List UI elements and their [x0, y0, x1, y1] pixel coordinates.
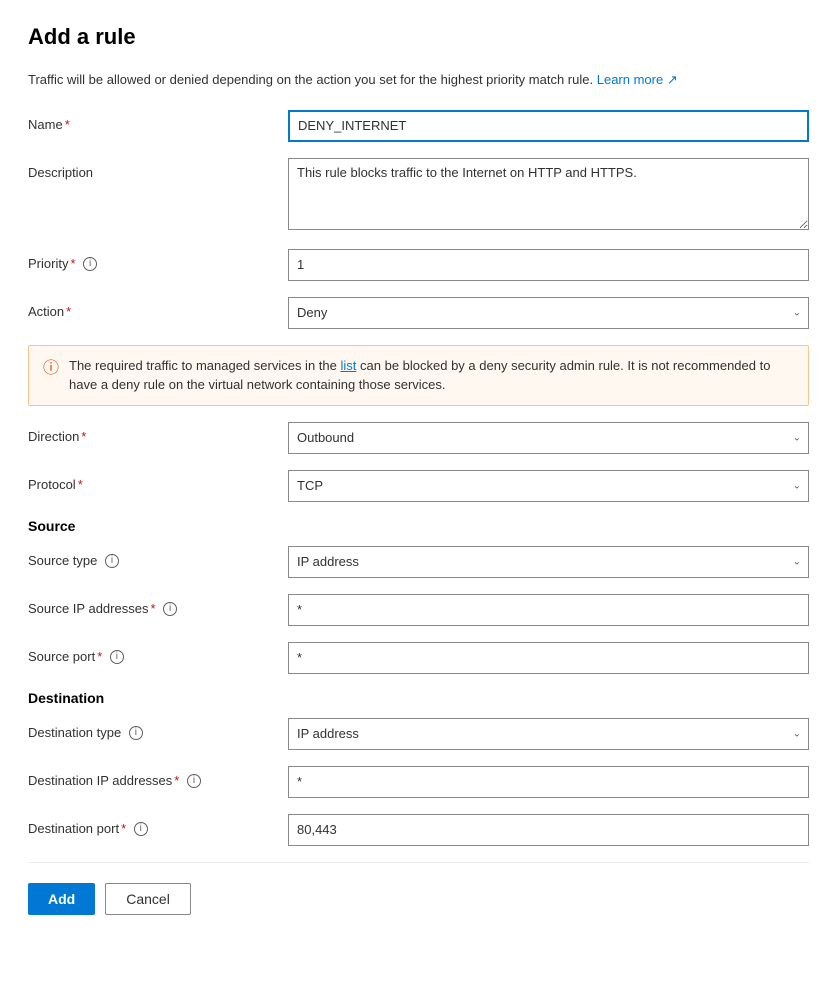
- warning-icon: ⓘ: [43, 357, 59, 381]
- destination-port-row: Destination port* i: [28, 814, 809, 846]
- cancel-button[interactable]: Cancel: [105, 883, 191, 915]
- description-control: [288, 158, 809, 233]
- source-type-control: IP address ⌄: [288, 546, 809, 578]
- warning-list-link[interactable]: list: [341, 358, 357, 373]
- source-type-info-icon[interactable]: i: [105, 554, 119, 568]
- action-row: Action* Deny ⌄: [28, 297, 809, 329]
- action-select-wrapper: Deny ⌄: [288, 297, 809, 329]
- protocol-control: TCP ⌄: [288, 470, 809, 502]
- warning-box: ⓘ The required traffic to managed servic…: [28, 345, 809, 406]
- source-port-input[interactable]: [288, 642, 809, 674]
- source-port-info-icon[interactable]: i: [110, 650, 124, 664]
- source-type-row: Source type i IP address ⌄: [28, 546, 809, 578]
- destination-ip-control: [288, 766, 809, 798]
- priority-label: Priority* i: [28, 249, 288, 272]
- description-input[interactable]: [288, 158, 809, 230]
- source-ip-input[interactable]: [288, 594, 809, 626]
- destination-type-row: Destination type i IP address ⌄: [28, 718, 809, 750]
- info-text: Traffic will be allowed or denied depend…: [28, 70, 809, 90]
- source-type-chevron-icon: ⌄: [793, 556, 801, 567]
- add-button[interactable]: Add: [28, 883, 95, 915]
- destination-port-control: [288, 814, 809, 846]
- source-type-select-wrapper: IP address ⌄: [288, 546, 809, 578]
- source-type-select[interactable]: IP address ⌄: [288, 546, 809, 578]
- source-ip-row: Source IP addresses* i: [28, 594, 809, 626]
- source-port-control: [288, 642, 809, 674]
- priority-control: [288, 249, 809, 281]
- name-input[interactable]: [288, 110, 809, 142]
- source-ip-label: Source IP addresses* i: [28, 594, 288, 617]
- direction-control: Outbound ⌄: [288, 422, 809, 454]
- destination-type-select[interactable]: IP address ⌄: [288, 718, 809, 750]
- protocol-label: Protocol*: [28, 470, 288, 492]
- protocol-chevron-icon: ⌄: [793, 480, 801, 491]
- description-label: Description: [28, 158, 288, 180]
- source-section-title: Source: [28, 518, 809, 534]
- action-select[interactable]: Deny ⌄: [288, 297, 809, 329]
- destination-section-title: Destination: [28, 690, 809, 706]
- learn-more-link[interactable]: Learn more ↗: [597, 72, 678, 87]
- source-port-label: Source port* i: [28, 642, 288, 665]
- name-row: Name*: [28, 110, 809, 142]
- protocol-row: Protocol* TCP ⌄: [28, 470, 809, 502]
- direction-label: Direction*: [28, 422, 288, 444]
- source-ip-control: [288, 594, 809, 626]
- destination-port-label: Destination port* i: [28, 814, 288, 837]
- destination-port-input[interactable]: [288, 814, 809, 846]
- destination-port-info-icon[interactable]: i: [134, 822, 148, 836]
- priority-input[interactable]: [288, 249, 809, 281]
- destination-ip-input[interactable]: [288, 766, 809, 798]
- description-row: Description: [28, 158, 809, 233]
- protocol-select-wrapper: TCP ⌄: [288, 470, 809, 502]
- button-row: Add Cancel: [28, 883, 809, 915]
- action-chevron-icon: ⌄: [793, 307, 801, 318]
- direction-row: Direction* Outbound ⌄: [28, 422, 809, 454]
- destination-ip-label: Destination IP addresses* i: [28, 766, 288, 789]
- direction-select-wrapper: Outbound ⌄: [288, 422, 809, 454]
- destination-type-info-icon[interactable]: i: [129, 726, 143, 740]
- button-divider: [28, 862, 809, 863]
- destination-ip-row: Destination IP addresses* i: [28, 766, 809, 798]
- source-ip-info-icon[interactable]: i: [163, 602, 177, 616]
- destination-type-select-wrapper: IP address ⌄: [288, 718, 809, 750]
- direction-chevron-icon: ⌄: [793, 432, 801, 443]
- destination-type-label: Destination type i: [28, 718, 288, 741]
- source-type-label: Source type i: [28, 546, 288, 569]
- name-control: [288, 110, 809, 142]
- destination-type-chevron-icon: ⌄: [793, 728, 801, 739]
- action-control: Deny ⌄: [288, 297, 809, 329]
- action-label: Action*: [28, 297, 288, 319]
- priority-info-icon[interactable]: i: [83, 257, 97, 271]
- destination-ip-info-icon[interactable]: i: [187, 774, 201, 788]
- destination-type-control: IP address ⌄: [288, 718, 809, 750]
- priority-row: Priority* i: [28, 249, 809, 281]
- source-port-row: Source port* i: [28, 642, 809, 674]
- page-title: Add a rule: [28, 24, 809, 50]
- name-label: Name*: [28, 110, 288, 132]
- protocol-select[interactable]: TCP ⌄: [288, 470, 809, 502]
- direction-select[interactable]: Outbound ⌄: [288, 422, 809, 454]
